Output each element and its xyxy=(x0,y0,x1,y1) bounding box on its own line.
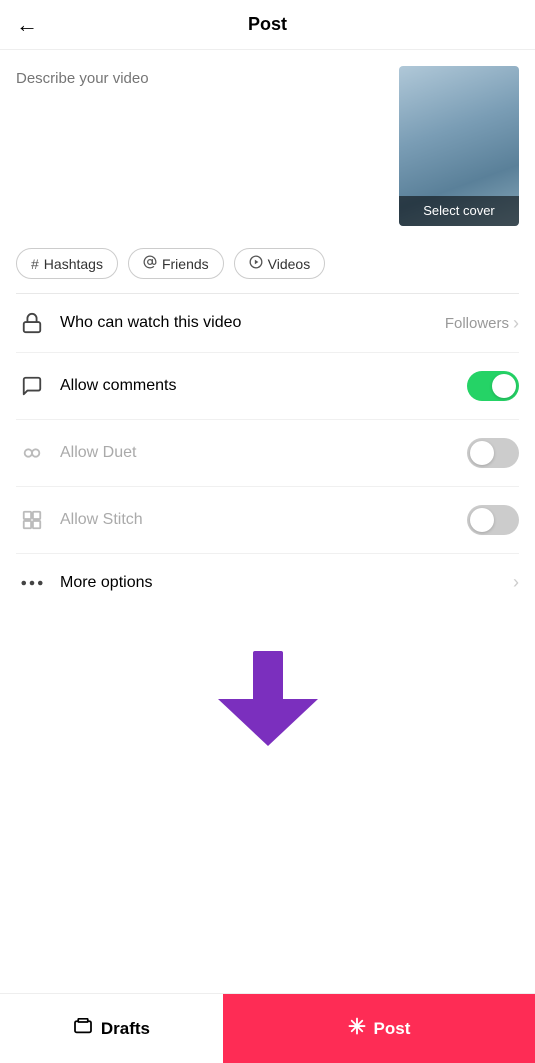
who-can-watch-label: Who can watch this video xyxy=(60,314,445,332)
drafts-label: Drafts xyxy=(101,1019,150,1039)
bottom-bar: Drafts Post xyxy=(0,993,535,1063)
allow-comments-label: Allow comments xyxy=(60,377,467,395)
download-arrow-icon xyxy=(218,651,318,746)
allow-comments-toggle[interactable] xyxy=(467,371,519,401)
lock-icon xyxy=(16,312,48,334)
drafts-icon xyxy=(73,1018,93,1039)
hashtags-label: Hashtags xyxy=(44,256,103,272)
description-input[interactable] xyxy=(16,66,387,226)
stitch-icon xyxy=(16,509,48,531)
friends-button[interactable]: Friends xyxy=(128,248,224,279)
allow-duet-toggle[interactable] xyxy=(467,438,519,468)
play-icon xyxy=(249,255,263,272)
description-area: Select cover xyxy=(0,50,535,238)
post-button[interactable]: Post xyxy=(223,994,535,1063)
more-options-icon xyxy=(16,580,48,586)
comment-icon xyxy=(16,375,48,397)
hashtag-icon: # xyxy=(31,256,39,272)
tag-buttons: # Hashtags Friends Videos xyxy=(0,238,535,293)
allow-stitch-toggle[interactable] xyxy=(467,505,519,535)
post-label: Post xyxy=(374,1019,411,1039)
allow-comments-row: Allow comments xyxy=(16,353,519,420)
at-icon xyxy=(143,255,157,272)
cover-container[interactable]: Select cover xyxy=(399,66,519,226)
drafts-button[interactable]: Drafts xyxy=(0,994,223,1063)
cover-label-bar: Select cover xyxy=(399,196,519,226)
chevron-right-icon: › xyxy=(513,313,519,334)
videos-label: Videos xyxy=(268,256,311,272)
header: ← Post xyxy=(0,0,535,50)
who-can-watch-row[interactable]: Who can watch this video Followers › xyxy=(16,294,519,353)
allow-duet-label: Allow Duet xyxy=(60,444,467,462)
back-button[interactable]: ← xyxy=(16,12,38,38)
post-icon xyxy=(348,1017,366,1040)
allow-stitch-row: Allow Stitch xyxy=(16,487,519,554)
page-title: Post xyxy=(248,14,287,35)
allow-duet-row: Allow Duet xyxy=(16,420,519,487)
friends-label: Friends xyxy=(162,256,209,272)
allow-stitch-label: Allow Stitch xyxy=(60,511,467,529)
more-options-label: More options xyxy=(60,574,513,592)
duet-icon xyxy=(16,442,48,464)
download-arrow-area xyxy=(0,611,535,776)
hashtags-button[interactable]: # Hashtags xyxy=(16,248,118,279)
who-can-watch-value: Followers xyxy=(445,315,509,332)
settings-section: Who can watch this video Followers › All… xyxy=(0,294,535,611)
more-options-chevron: › xyxy=(513,572,519,593)
videos-button[interactable]: Videos xyxy=(234,248,326,279)
more-options-row[interactable]: More options › xyxy=(16,554,519,611)
cover-label-text: Select cover xyxy=(423,203,495,218)
